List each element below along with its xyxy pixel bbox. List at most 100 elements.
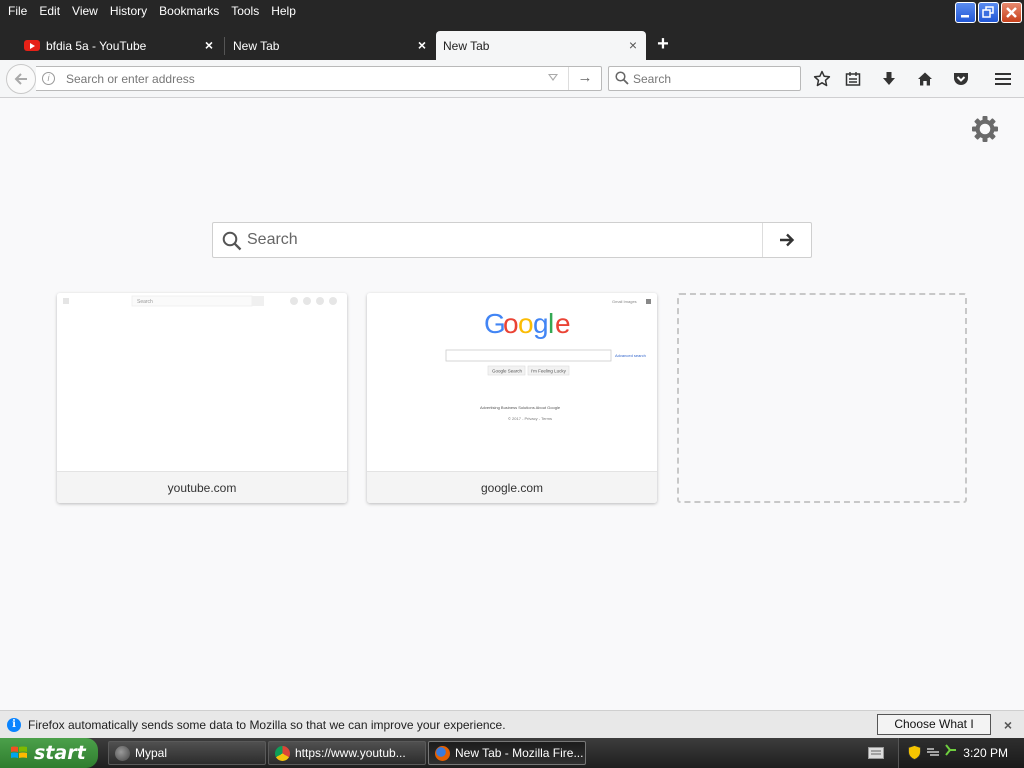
google-thumb-footer2: © 2017 - Privacy - Terms xyxy=(508,416,552,421)
menu-bookmarks[interactable]: Bookmarks xyxy=(153,0,225,22)
taskbar-button-chrome[interactable]: https://www.youtub... xyxy=(268,741,426,765)
chrome-icon xyxy=(275,746,290,761)
top-site-tile-google[interactable]: Gmail Images G o o g l e Advanced search… xyxy=(367,293,657,503)
taskbar-label: Mypal xyxy=(135,746,168,760)
taskbar-button-firefox[interactable]: New Tab - Mozilla Fire... xyxy=(428,741,586,765)
newtab-settings-button[interactable] xyxy=(970,114,1000,144)
new-tab-button[interactable]: + xyxy=(653,34,673,56)
search-bar[interactable] xyxy=(608,66,801,91)
window-chrome: File Edit View History Bookmarks Tools H… xyxy=(0,0,1024,60)
nav-toolbar: i → xyxy=(0,60,1024,98)
close-window-button[interactable] xyxy=(1001,2,1022,23)
back-arrow-icon xyxy=(14,73,27,85)
google-thumb-footer: Advertising Business Solutions About Goo… xyxy=(480,405,561,410)
info-icon: i xyxy=(7,718,21,732)
taskbar-label: New Tab - Mozilla Fire... xyxy=(455,746,584,760)
pocket-icon xyxy=(954,73,968,85)
start-button[interactable]: start xyxy=(0,738,98,768)
home-icon xyxy=(918,72,932,86)
tab-label: bfdia 5a - YouTube xyxy=(46,38,147,53)
notification-bar: i Firefox automatically sends some data … xyxy=(0,710,1024,750)
tile-title: youtube.com xyxy=(57,471,347,503)
hamburger-menu-button[interactable] xyxy=(993,69,1013,89)
youtube-icon xyxy=(24,40,40,51)
back-button[interactable] xyxy=(6,64,36,94)
tile-title: google.com xyxy=(367,471,657,503)
newtab-search-go-button[interactable] xyxy=(762,223,811,257)
tab-close-icon[interactable]: × xyxy=(626,38,640,52)
tile-thumbnail: Search xyxy=(57,293,347,471)
mypal-icon xyxy=(115,746,130,761)
menu-tools[interactable]: Tools xyxy=(225,0,265,22)
gear-icon xyxy=(972,116,998,142)
tab-new-tab-active[interactable]: New Tab × xyxy=(436,31,646,60)
menu-file[interactable]: File xyxy=(2,0,33,22)
network-icon[interactable] xyxy=(926,746,940,758)
tile-thumbnail: Gmail Images G o o g l e Advanced search… xyxy=(367,293,657,471)
window-controls xyxy=(955,2,1022,23)
taskbar: start Mypal https://www.youtub... New Ta… xyxy=(0,738,1024,768)
history-dropdown-icon[interactable] xyxy=(548,74,558,81)
windows-logo-icon xyxy=(11,746,27,758)
tab-strip: bfdia 5a - YouTube × New Tab × New Tab ×… xyxy=(0,31,1024,60)
google-thumbnail-preview: Gmail Images G o o g l e Advanced search… xyxy=(445,299,651,421)
go-arrow-icon[interactable]: → xyxy=(568,67,601,90)
svg-text:Advanced search: Advanced search xyxy=(615,353,646,358)
home-button[interactable] xyxy=(915,69,935,89)
youtube-thumbnail-preview: Search xyxy=(63,295,337,307)
google-logo: G o o g l e xyxy=(484,308,571,339)
bookmarks-menu-button[interactable] xyxy=(843,69,863,89)
star-icon xyxy=(813,70,831,87)
tab-close-icon[interactable]: × xyxy=(415,38,429,52)
google-thumb-btn1: Google Search xyxy=(492,369,523,374)
taskbar-button-mypal[interactable]: Mypal xyxy=(108,741,266,765)
newtab-search-box[interactable] xyxy=(212,222,812,258)
google-thumb-btn2: I'm Feeling Lucky xyxy=(531,369,567,374)
tab-label: New Tab xyxy=(233,38,280,53)
tab-new-tab-1[interactable]: New Tab × xyxy=(225,31,435,60)
menu-history[interactable]: History xyxy=(104,0,153,22)
pocket-button[interactable] xyxy=(951,69,971,89)
restore-button[interactable] xyxy=(978,2,999,23)
info-icon[interactable]: i xyxy=(42,72,55,85)
notification-text: Firefox automatically sends some data to… xyxy=(28,718,506,732)
keyboard-icon[interactable] xyxy=(868,747,884,759)
empty-tile-placeholder xyxy=(677,293,967,503)
download-arrow-icon xyxy=(883,72,895,85)
downloads-button[interactable] xyxy=(879,69,899,89)
menu-view[interactable]: View xyxy=(66,0,104,22)
url-bar[interactable]: i → xyxy=(36,66,602,91)
svg-text:l: l xyxy=(548,308,554,339)
newtab-search-input[interactable] xyxy=(247,224,757,256)
search-icon xyxy=(615,71,629,85)
tab-close-icon[interactable]: × xyxy=(202,38,216,52)
minimize-button[interactable] xyxy=(955,2,976,23)
new-tab-page: Search youtube.com Gmail Images G o o g xyxy=(0,99,1024,710)
menu-help[interactable]: Help xyxy=(265,0,302,22)
close-icon xyxy=(1006,7,1017,18)
yt-thumb-search-text: Search xyxy=(137,299,153,305)
safely-remove-hardware-icon[interactable] xyxy=(943,744,957,760)
close-icon[interactable]: × xyxy=(1000,717,1016,733)
tab-label: New Tab xyxy=(443,38,490,53)
search-input[interactable] xyxy=(633,69,793,88)
security-shield-icon[interactable] xyxy=(908,745,921,760)
menu-bar: File Edit View History Bookmarks Tools H… xyxy=(0,0,940,22)
start-label: start xyxy=(34,742,86,764)
restore-icon xyxy=(982,6,994,18)
menu-edit[interactable]: Edit xyxy=(33,0,66,22)
clock[interactable]: 3:20 PM xyxy=(963,746,1008,760)
arrow-right-icon xyxy=(780,233,795,247)
tab-youtube[interactable]: bfdia 5a - YouTube × xyxy=(0,31,222,60)
svg-text:o: o xyxy=(503,308,519,339)
svg-text:o: o xyxy=(518,308,534,339)
svg-text:e: e xyxy=(555,308,571,339)
url-input[interactable] xyxy=(66,68,536,89)
svg-text:g: g xyxy=(533,308,549,339)
top-site-tile-youtube[interactable]: Search youtube.com xyxy=(57,293,347,503)
bookmarks-list-icon xyxy=(845,72,861,86)
bookmark-star-button[interactable] xyxy=(812,69,832,89)
choose-what-i-share-button[interactable]: Choose What I Share xyxy=(877,714,991,750)
search-icon xyxy=(222,231,242,251)
firefox-icon xyxy=(435,746,450,761)
